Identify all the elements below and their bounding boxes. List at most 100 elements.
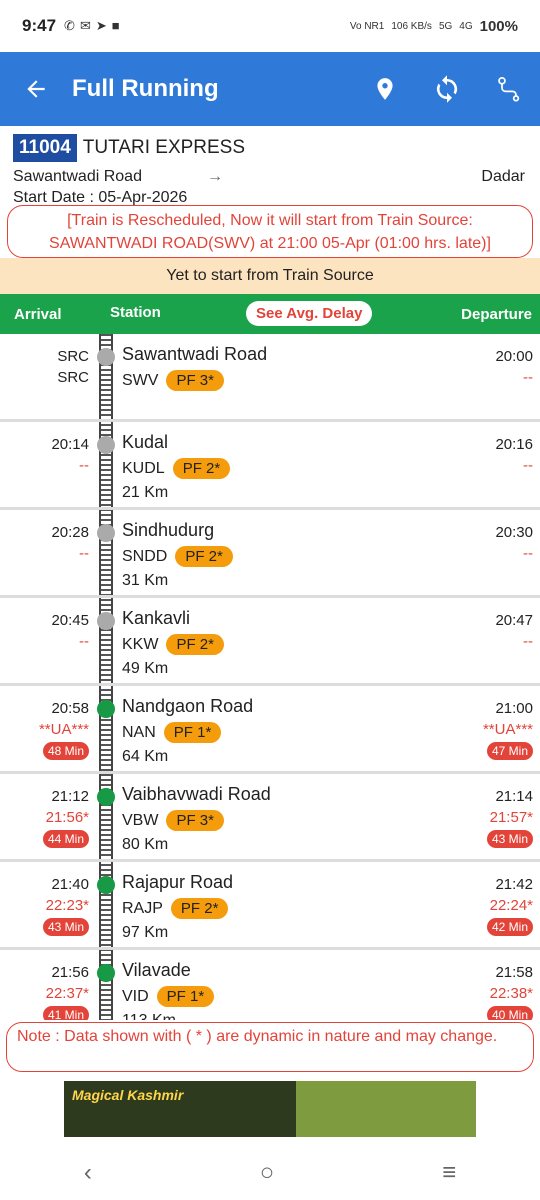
station-dot bbox=[97, 700, 115, 718]
platform-badge: PF 2* bbox=[175, 546, 233, 567]
station-code: KKW bbox=[122, 635, 159, 653]
station-code-row: SNDD PF 2* bbox=[122, 546, 233, 567]
station-code: RAJP bbox=[122, 899, 163, 917]
station-code-row: KKW PF 2* bbox=[122, 634, 224, 655]
departure-header: Departure bbox=[461, 306, 532, 323]
arrival-times: 21:40 22:23* 43 Min bbox=[42, 874, 89, 937]
avg-delay-button[interactable]: See Avg. Delay bbox=[246, 301, 373, 326]
nav-back-icon[interactable]: ‹ bbox=[84, 1159, 92, 1187]
station-row[interactable]: 20:45 -- Kankavli KKW PF 2* 49 Km 20:47 … bbox=[0, 598, 540, 686]
actual-arrival: 22:37* bbox=[45, 985, 89, 1002]
station-dot bbox=[97, 876, 115, 894]
4g-label: 4G bbox=[459, 20, 473, 32]
station-code-row: VID PF 1* bbox=[122, 986, 215, 1007]
departure-times: 20:30 -- bbox=[495, 522, 533, 564]
refresh-button[interactable] bbox=[416, 74, 478, 104]
system-nav-bar: ‹ ○ ≡ bbox=[0, 1145, 540, 1200]
departure-times: 21:58 22:38* 40 Min bbox=[486, 962, 533, 1020]
platform-badge: PF 2* bbox=[172, 458, 231, 479]
5g-label: 5G bbox=[438, 20, 453, 32]
actual-departure: 21:57* bbox=[489, 809, 533, 826]
nav-home-icon[interactable]: ○ bbox=[260, 1159, 275, 1187]
route-from: Sawantwadi Road bbox=[13, 168, 142, 185]
station-row[interactable]: 20:14 -- Kudal KUDL PF 2* 21 Km 20:16 -- bbox=[0, 422, 540, 510]
station-distance: 64 Km bbox=[122, 748, 169, 765]
station-row[interactable]: 20:58 **UA*** 48 Min Nandgaon Road NAN P… bbox=[0, 686, 540, 774]
status-bar: 9:47 ✆ ✉ ➤ ■ Vo NR1 106 KB/s 5G 4G 100% bbox=[0, 0, 540, 52]
station-dot bbox=[97, 436, 115, 454]
arrival-delay-badge: 48 Min bbox=[42, 742, 89, 760]
departure-delay-badge: 42 Min bbox=[486, 918, 533, 936]
sched-arrival: 21:12 bbox=[51, 788, 89, 805]
departure-times: 20:16 -- bbox=[495, 434, 533, 476]
station-row[interactable]: 21:12 21:56* 44 Min Vaibhavwadi Road VBW… bbox=[0, 774, 540, 862]
station-distance: 97 Km bbox=[122, 924, 169, 941]
arrival-delay-badge: 43 Min bbox=[42, 918, 89, 936]
station-code-row: SWV PF 3* bbox=[122, 370, 224, 391]
station-dot bbox=[97, 612, 115, 630]
network-label: Vo NR1 bbox=[349, 20, 385, 32]
arrival-times: 20:45 -- bbox=[51, 610, 89, 652]
actual-departure: -- bbox=[523, 369, 533, 386]
train-route: Sawantwadi Road → Dadar bbox=[13, 168, 527, 186]
location-pin-icon bbox=[377, 78, 393, 100]
speed-label: 106 KB/s bbox=[391, 20, 432, 32]
route-map-button[interactable] bbox=[478, 75, 540, 103]
arrival-times: 20:14 -- bbox=[51, 434, 89, 476]
sched-arrival: 20:45 bbox=[51, 612, 89, 629]
station-code-row: KUDL PF 2* bbox=[122, 458, 231, 479]
sched-departure: 20:30 bbox=[495, 524, 533, 541]
arrival-times: 21:12 21:56* 44 Min bbox=[42, 786, 89, 849]
route-to: Dadar bbox=[481, 168, 525, 185]
back-button[interactable] bbox=[0, 76, 72, 102]
station-row[interactable]: 20:28 -- Sindhudurg SNDD PF 2* 31 Km 20:… bbox=[0, 510, 540, 598]
station-name: Vaibhavwadi Road bbox=[122, 784, 271, 804]
ad-text: Magical Kashmir bbox=[64, 1081, 296, 1137]
station-distance: 80 Km bbox=[122, 836, 169, 853]
sched-departure: 20:00 bbox=[495, 348, 533, 365]
whatsapp-icon: ✆ bbox=[64, 18, 75, 33]
sched-departure: 21:42 bbox=[495, 876, 533, 893]
arrival-delay-badge: 41 Min bbox=[42, 1006, 89, 1020]
departure-times: 21:42 22:24* 42 Min bbox=[486, 874, 533, 937]
reschedule-notice: [Train is Rescheduled, Now it will start… bbox=[7, 205, 533, 258]
station-row[interactable]: SRC SRC Sawantwadi Road SWV PF 3* 20:00 … bbox=[0, 334, 540, 422]
sched-departure: 20:47 bbox=[495, 612, 533, 629]
ad-image bbox=[296, 1081, 476, 1137]
actual-departure: -- bbox=[523, 633, 533, 650]
departure-times: 20:47 -- bbox=[495, 610, 533, 652]
station-name: Nandgaon Road bbox=[122, 696, 254, 716]
location-button[interactable] bbox=[354, 74, 416, 104]
battery-label: 100% bbox=[479, 17, 518, 35]
app-bar: Full Running bbox=[0, 52, 540, 126]
station-row[interactable]: 21:56 22:37* 41 Min Vilavade VID PF 1* 1… bbox=[0, 950, 540, 1020]
sched-departure: 21:58 bbox=[495, 964, 533, 981]
departure-times: 21:14 21:57* 43 Min bbox=[486, 786, 533, 849]
arrival-header: Arrival bbox=[14, 306, 62, 323]
train-status-banner: Yet to start from Train Source bbox=[0, 258, 540, 294]
advertisement-banner[interactable]: Magical Kashmir bbox=[64, 1081, 476, 1137]
station-list[interactable]: SRC SRC Sawantwadi Road SWV PF 3* 20:00 … bbox=[0, 334, 540, 1020]
platform-badge: PF 3* bbox=[166, 370, 224, 391]
station-dot bbox=[97, 348, 115, 366]
station-row[interactable]: 21:40 22:23* 43 Min Rajapur Road RAJP PF… bbox=[0, 862, 540, 950]
station-code: KUDL bbox=[122, 459, 165, 477]
actual-arrival: 21:56* bbox=[45, 809, 89, 826]
actual-arrival: **UA*** bbox=[38, 721, 89, 738]
nav-recents-icon[interactable]: ≡ bbox=[442, 1159, 456, 1187]
actual-departure: 22:24* bbox=[489, 897, 533, 914]
station-name: Rajapur Road bbox=[122, 872, 234, 892]
station-code-row: VBW PF 3* bbox=[122, 810, 224, 831]
sched-arrival: 21:40 bbox=[51, 876, 89, 893]
departure-times: 20:00 -- bbox=[495, 346, 533, 388]
station-name: Vilavade bbox=[122, 960, 191, 980]
note-box: Note : Data shown with ( * ) are dynamic… bbox=[6, 1022, 534, 1072]
station-distance: 49 Km bbox=[122, 660, 169, 677]
platform-badge: PF 2* bbox=[170, 898, 229, 919]
status-time: 9:47 bbox=[22, 16, 57, 35]
station-code: VBW bbox=[122, 811, 159, 829]
sched-arrival: 20:58 bbox=[51, 700, 89, 717]
arrival-times: 21:56 22:37* 41 Min bbox=[42, 962, 89, 1020]
station-code: VID bbox=[122, 987, 149, 1005]
actual-arrival: -- bbox=[79, 457, 89, 474]
